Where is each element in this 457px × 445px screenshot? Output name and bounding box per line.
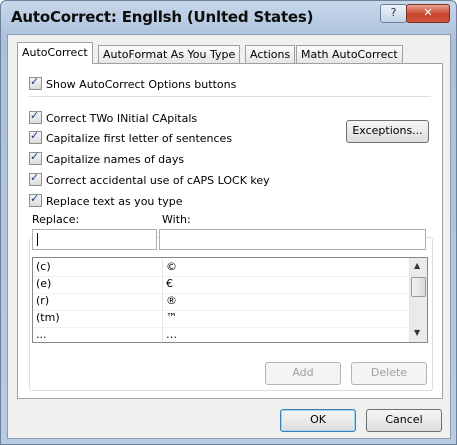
dialog-body: AutoCorrect AutoFormat As You Type Actio… xyxy=(7,34,451,439)
cancel-button[interactable]: Cancel xyxy=(366,409,442,432)
entry-with: € xyxy=(166,277,173,290)
scroll-down-icon[interactable]: ▼ xyxy=(414,328,420,337)
checkbox-label: Replace text as you type xyxy=(46,195,183,208)
entry-replace: ... xyxy=(36,328,47,341)
checkbox-label: Show AutoCorrect Options buttons xyxy=(46,78,237,91)
checkbox-label: Correct accidental use of cAPS LOCK key xyxy=(46,174,270,187)
replace-label: Replace: xyxy=(32,213,80,226)
divider xyxy=(29,96,431,97)
correct-caps-lock-checkbox[interactable]: ✓ Correct accidental use of cAPS LOCK key xyxy=(29,171,270,189)
delete-button[interactable]: Delete xyxy=(351,362,427,385)
check-icon: ✓ xyxy=(30,150,40,163)
with-input[interactable] xyxy=(159,229,426,250)
entry-replace: (r) xyxy=(36,294,50,307)
tab-autocorrect[interactable]: AutoCorrect xyxy=(17,42,93,64)
entry-with: ® xyxy=(166,294,177,307)
help-button[interactable]: ? xyxy=(380,4,407,23)
list-item[interactable]: (tm) ™ xyxy=(33,310,408,328)
capitalize-first-letter-checkbox[interactable]: ✓ Capitalize first letter of sentences xyxy=(29,129,233,147)
checkbox-box: ✓ xyxy=(29,171,42,186)
with-label: With: xyxy=(162,213,191,226)
list-scrollbar[interactable]: ▲ ▼ xyxy=(409,258,427,342)
ok-button[interactable]: OK xyxy=(280,409,356,432)
entry-replace: (c) xyxy=(36,260,51,273)
checkbox-box: ✓ xyxy=(29,150,42,165)
tab-autoformat-as-you-type[interactable]: AutoFormat As You Type xyxy=(98,45,241,63)
check-icon: ✓ xyxy=(30,171,40,184)
autocorrect-tab-panel: ✓ Show AutoCorrect Options buttons ✓ Corre… xyxy=(17,63,443,399)
title-bar[interactable]: AutoCorrect: Engllsh (Unlted States) ? ✕ xyxy=(1,1,456,33)
check-icon: ✓ xyxy=(30,129,40,142)
scrollbar-thumb[interactable] xyxy=(411,277,426,297)
show-autocorrect-options-checkbox[interactable]: ✓ Show AutoCorrect Options buttons xyxy=(29,75,237,93)
close-button[interactable]: ✕ xyxy=(406,4,450,23)
autocorrect-dialog: AutoCorrect: Engllsh (Unlted States) ? ✕… xyxy=(0,0,457,445)
checkbox-box: ✓ xyxy=(29,75,42,90)
replace-input[interactable] xyxy=(32,229,157,250)
correct-two-initial-capitals-checkbox[interactable]: ✓ Correct TWo INitial CApitals xyxy=(29,109,198,127)
tab-actions[interactable]: Actions xyxy=(245,45,296,63)
checkbox-box: ✓ xyxy=(29,129,42,144)
checkbox-label: Capitalize names of days xyxy=(46,153,185,166)
check-icon: ✓ xyxy=(30,192,40,205)
exceptions-button[interactable]: Exceptions... xyxy=(346,120,429,143)
checkbox-label: Correct TWo INitial CApitals xyxy=(46,112,198,125)
close-icon: ✕ xyxy=(423,6,433,19)
checkbox-box: ✓ xyxy=(29,109,42,124)
entry-replace: (tm) xyxy=(36,311,60,324)
list-item[interactable]: (c) © xyxy=(33,259,408,277)
replace-text-as-you-type-checkbox[interactable]: ✓ Replace text as you type xyxy=(29,192,186,210)
dialog-title: AutoCorrect: Engllsh (Unlted States) xyxy=(11,8,314,26)
scroll-up-icon[interactable]: ▲ xyxy=(414,261,420,270)
entry-replace: (e) xyxy=(36,277,52,290)
list-item[interactable]: ... … xyxy=(33,327,408,342)
list-item[interactable]: (r) ® xyxy=(33,293,408,311)
check-icon: ✓ xyxy=(30,109,40,122)
check-icon: ✓ xyxy=(30,75,40,88)
text-caret xyxy=(37,233,38,246)
help-icon: ? xyxy=(390,6,397,19)
checkbox-box: ✓ xyxy=(29,192,42,207)
checkbox-label: Capitalize first letter of sentences xyxy=(46,132,233,145)
tab-math-autocorrect[interactable]: Math AutoCorrect xyxy=(296,45,403,63)
list-item[interactable]: (e) € xyxy=(33,276,408,294)
entry-with: ™ xyxy=(166,311,177,324)
autocorrect-entries-list[interactable]: (c) © (e) € (r) ® (tm) ™ ... … ▲ ▼ xyxy=(32,257,428,343)
entry-with: … xyxy=(166,328,177,341)
capitalize-days-checkbox[interactable]: ✓ Capitalize names of days xyxy=(29,150,185,168)
entry-with: © xyxy=(166,260,177,273)
add-button[interactable]: Add xyxy=(265,362,341,385)
